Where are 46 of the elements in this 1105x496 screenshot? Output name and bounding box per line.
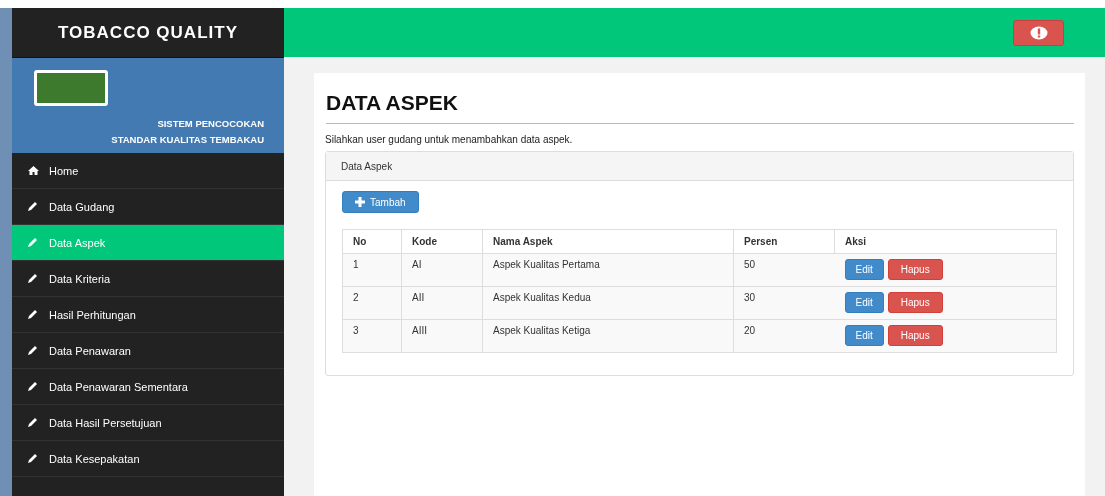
table-cell: 50 [733,253,835,287]
sidebar-item-label: Data Gudang [49,200,115,213]
page-description: Silahkan user gudang untuk menambahkan data aspek. [325,134,574,145]
edit-button[interactable]: Edit [844,259,884,280]
sidebar-item-label: Data Aspek [49,236,106,249]
pencil-icon [28,310,39,319]
delete-button[interactable]: Hapus [887,292,943,313]
exclamation-icon [1029,25,1048,40]
sidebar-item-label: Data Penawaran [49,344,131,357]
pencil-icon [28,346,39,355]
sidebar-item-label: Data Kesepakatan [49,452,140,465]
sidebar-item-label: Hasil Perhitungan [49,308,136,321]
table-cell: Aspek Kualitas Kedua [482,286,734,320]
sidebar-item-label: Home [49,164,79,177]
table-cell: 3 [342,319,402,353]
pencil-icon [28,274,39,283]
profile-subtitle: STANDAR KUALITAS TEMBAKAU [110,134,264,145]
table-cell: 2 [342,286,402,320]
plus-icon [355,197,365,207]
table-cell: 20 [733,319,835,353]
home-icon [28,166,39,175]
sidebar-item-label: Data Hasil Persetujuan [49,416,162,429]
table-cell: 30 [733,286,835,320]
sidebar-item-label: Data Penawaran Sementara [49,380,188,393]
pencil-icon [28,418,39,427]
sidebar-item-label: Data Kriteria [49,272,111,285]
column-header: No [342,229,402,254]
table-cell: Aspek Kualitas Ketiga [482,319,734,353]
table-cell: 1 [342,253,402,287]
alert-button[interactable] [1013,19,1064,46]
table-cell: AII [401,286,483,320]
page-title: DATA ASPEK [326,91,1074,124]
table-cell: AIII [401,319,483,353]
profile-title: SISTEM PENCOCOKAN [156,118,264,129]
panel-heading: Data Aspek [326,152,1073,181]
table-cell: AI [401,253,483,287]
delete-button[interactable]: Hapus [887,325,943,346]
delete-button[interactable]: Hapus [887,259,943,280]
pencil-icon [28,382,39,391]
edit-button[interactable]: Edit [844,292,884,313]
add-button[interactable]: Tambah [342,191,419,213]
edit-button[interactable]: Edit [844,325,884,346]
pencil-icon [28,202,39,211]
pencil-icon [28,454,39,463]
table-cell: Aspek Kualitas Pertama [482,253,734,287]
pencil-icon [28,238,39,247]
